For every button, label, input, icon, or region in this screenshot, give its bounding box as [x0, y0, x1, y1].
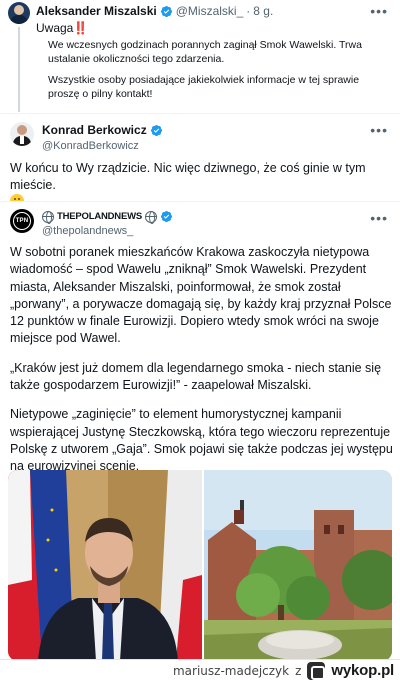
- verified-badge-icon: [160, 210, 173, 223]
- source-watermark: mariusz-madejczyk z wykop.pl: [0, 659, 400, 681]
- avatar[interactable]: [10, 122, 34, 146]
- tweet-miszalski[interactable]: Aleksander Miszalski @Miszalski_ · 8 g. …: [0, 0, 400, 112]
- author-name[interactable]: Aleksander Miszalski: [36, 4, 157, 18]
- author-name[interactable]: Konrad Berkowicz: [42, 123, 147, 137]
- thread-connector-line: [18, 27, 20, 112]
- tweet-media-grid: [8, 470, 392, 661]
- tweet-text: Uwaga‼️: [36, 21, 88, 35]
- tweet-text-content: Uwaga: [36, 21, 74, 35]
- globe-icon: [145, 210, 158, 224]
- tweet-header: Konrad Berkowicz: [42, 123, 163, 137]
- avatar[interactable]: [8, 2, 30, 24]
- statement-paragraph: We wczesnych godzinach porannych zaginął…: [48, 39, 362, 65]
- author-handle[interactable]: @thepolandnews_: [42, 225, 133, 237]
- globe-icon: [42, 210, 54, 224]
- tweet-paragraph: Nietypowe „zaginięcie” to element humory…: [10, 407, 393, 474]
- dot-separator: ·: [246, 4, 251, 18]
- tweet-paragraph: „Kraków jest już domem dla legendarnego …: [10, 360, 382, 393]
- author-name[interactable]: THEPOLANDNEWS: [57, 211, 142, 222]
- author-handle[interactable]: @Miszalski_: [176, 4, 244, 18]
- wykop-logo-icon: [307, 661, 326, 680]
- more-options-icon[interactable]: •••: [370, 122, 388, 138]
- verified-badge-icon: [160, 5, 172, 17]
- more-options-icon[interactable]: •••: [370, 210, 388, 226]
- double-exclamation-emoji: ‼️: [73, 21, 89, 35]
- statement-paragraph: Wszystkie osoby posiadające jakiekolwiek…: [48, 74, 360, 100]
- avatar[interactable]: TPN: [10, 209, 34, 233]
- tweet-header: THEPOLANDNEWS: [42, 210, 173, 224]
- tweet-thepolandnews[interactable]: TPN THEPOLANDNEWS @thepolandnews_ ••• W …: [0, 201, 400, 661]
- quoted-statement: We wczesnych godzinach porannych zaginął…: [48, 38, 388, 108]
- wykop-site-name: wykop.pl: [331, 662, 394, 679]
- tweet-header: Aleksander Miszalski @Miszalski_ · 8 g.: [36, 4, 273, 18]
- verified-badge-icon: [150, 124, 162, 136]
- tweet-berkowicz[interactable]: Konrad Berkowicz @KonradBerkowicz ••• W …: [0, 113, 400, 208]
- tweet-paragraph: W sobotni poranek mieszkańców Krakowa za…: [10, 245, 392, 346]
- tweet-text-content: W końcu to Wy rządzicie. Nic więc dziwne…: [10, 161, 366, 192]
- more-options-icon[interactable]: •••: [370, 3, 388, 19]
- source-username: mariusz-madejczyk: [172, 663, 290, 678]
- tweet-text: W sobotni poranek mieszkańców Krakowa za…: [10, 244, 394, 488]
- photo-mayor-portrait[interactable]: [8, 470, 202, 661]
- photo-wawel-castle[interactable]: [204, 470, 392, 661]
- author-handle[interactable]: @KonradBerkowicz: [42, 140, 139, 152]
- timestamp[interactable]: 8 g.: [253, 4, 273, 18]
- source-separator: z: [295, 663, 302, 678]
